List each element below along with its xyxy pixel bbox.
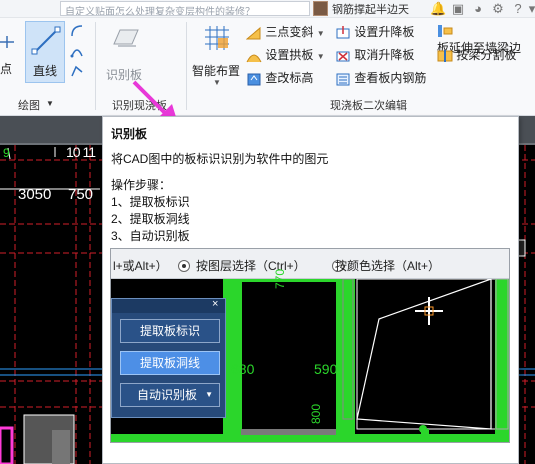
dimension-750: 750: [68, 186, 94, 203]
ribbon-toolbar: 点 直线 绘图 ▼ 识别板 识别现浇板 智能布置 ▼ 三点变斜 ▼ 设置拱板 ▼…: [0, 18, 535, 116]
avatar[interactable]: [313, 1, 328, 16]
layer-select-label: 按图层选择（Ctrl+）: [196, 259, 306, 273]
layer-select-radio: [178, 259, 190, 272]
three-point-slope-label: 三点变斜: [265, 25, 314, 39]
three-point-slope-button[interactable]: 三点变斜 ▼: [246, 23, 325, 41]
arc-icon[interactable]: [70, 24, 84, 38]
close-icon: ×: [212, 298, 219, 310]
steps-heading: 操作步骤：: [111, 178, 172, 192]
step-item: 3、自动识别板: [111, 229, 190, 243]
preview-dim: 770: [273, 268, 287, 289]
preview-dim: 680: [231, 361, 255, 377]
three-point-arc-icon[interactable]: [70, 44, 84, 58]
split-slab-icon: [437, 49, 453, 62]
tooltip-popup: 识别板 将CAD图中的板标识识别为软件中的图元 操作步骤： 1、提取板标识 2、…: [102, 116, 519, 464]
slope-icon: [246, 26, 261, 40]
smart-layout-label: 智能布置: [192, 64, 241, 78]
rebar-icon: [336, 73, 350, 86]
divider: [95, 22, 96, 110]
check-elevation-label: 查改标高: [265, 71, 314, 85]
point-label: 点: [0, 62, 13, 76]
split-by-beam-label: 按梁分割板: [456, 48, 517, 62]
set-lift-slab-button[interactable]: 设置升降板: [335, 23, 414, 41]
set-lift-slab-label: 设置升降板: [354, 25, 415, 39]
grid-label-9: 9: [3, 146, 10, 160]
username-label[interactable]: 钢筋撑起半边天: [332, 1, 409, 17]
chevron-down-icon[interactable]: ▼: [46, 99, 54, 108]
search-input[interactable]: 自定义贴面怎么处理复杂变层构件的装修？: [60, 1, 310, 16]
cancel-lift-slab-button[interactable]: 取消升降板: [335, 46, 414, 64]
arch-icon: [246, 54, 262, 63]
tooltip-title: 识别板: [111, 127, 148, 141]
chevron-down-icon: ▼: [213, 78, 221, 87]
set-arch-button[interactable]: 设置拱板 ▼: [246, 46, 325, 64]
identify-slab-icon: [113, 29, 139, 47]
extract-slab-hole-button: 提取板洞线: [120, 351, 220, 375]
chevron-down-icon[interactable]: ▾: [524, 0, 535, 17]
partial-option-label: l+或Alt+）: [113, 259, 168, 273]
point-button[interactable]: 点: [0, 22, 14, 76]
step-item: 1、提取板标识: [111, 195, 190, 209]
auto-identify-label: 自动识别板: [137, 388, 198, 402]
view-rebar-button[interactable]: 查看板内钢筋: [335, 69, 426, 87]
slab-edit-group-label: 现浇板二次编辑: [330, 100, 407, 112]
chevron-down-icon: ▼: [316, 52, 325, 61]
color-select-label: 按颜色选择（Alt+）: [335, 259, 441, 273]
smart-layout-icon: [205, 26, 229, 50]
view-rebar-label: 查看板内钢筋: [354, 71, 427, 85]
line-icon: [31, 26, 61, 55]
settings-icon[interactable]: ⚙: [490, 0, 506, 17]
selection-mode-bar: l+或Alt+） 按图层选择（Ctrl+） 按颜色选择（Alt+）: [111, 249, 509, 279]
dialog-titlebar: [112, 299, 225, 313]
extract-slab-id-button: 提取板标识: [120, 319, 220, 343]
lift-slab-icon: [336, 25, 350, 39]
preview-dim: 800: [309, 403, 323, 424]
split-by-beam-button[interactable]: 按梁分割板: [437, 46, 516, 64]
grid-label-10-11: 10 11: [66, 144, 96, 160]
chevron-down-icon: ▼: [205, 390, 213, 399]
tooltip-description: 将CAD图中的板标识识别为软件中的图元: [111, 152, 329, 166]
step-item: 2、提取板洞线: [111, 212, 190, 226]
identify-slab-dialog: × 提取板标识 提取板洞线 自动识别板 ▼: [111, 298, 226, 418]
preview-dim: 590: [314, 361, 338, 377]
message-icon[interactable]: ▣: [450, 0, 466, 17]
elevation-icon: [247, 73, 261, 86]
headset-icon[interactable]: ◕: [470, 0, 486, 17]
auto-identify-slab-button: 自动识别板 ▼: [120, 383, 220, 407]
dimension-3050: 3050: [18, 186, 52, 203]
polyline-icon[interactable]: [70, 64, 84, 78]
preview-image: l+或Alt+） 按图层选择（Ctrl+） 按颜色选择（Alt+） 770 68…: [110, 248, 510, 443]
set-arch-label: 设置拱板: [265, 48, 314, 62]
check-elevation-button[interactable]: 查改标高: [246, 69, 313, 87]
draw-group-label: 绘图: [18, 100, 40, 112]
line-label: 直线: [33, 64, 58, 78]
point-icon: [0, 36, 14, 48]
line-button[interactable]: 直线: [25, 21, 65, 83]
chevron-down-icon: ▼: [316, 29, 325, 38]
extend-slab-icon: [438, 25, 453, 37]
cancel-lift-slab-label: 取消升降板: [354, 48, 415, 62]
cancel-lift-icon: [336, 51, 350, 62]
smart-layout-button[interactable]: 智能布置 ▼: [192, 22, 242, 88]
bell-icon[interactable]: 🔔: [430, 0, 446, 17]
divider: [186, 22, 187, 110]
title-bar: 自定义贴面怎么处理复杂变层构件的装修？ 钢筋撑起半边天 🔔 ▣ ◕ ⚙ ? ▾: [0, 0, 535, 18]
extend-slab-button[interactable]: 板延伸至墙梁边: [437, 23, 535, 55]
